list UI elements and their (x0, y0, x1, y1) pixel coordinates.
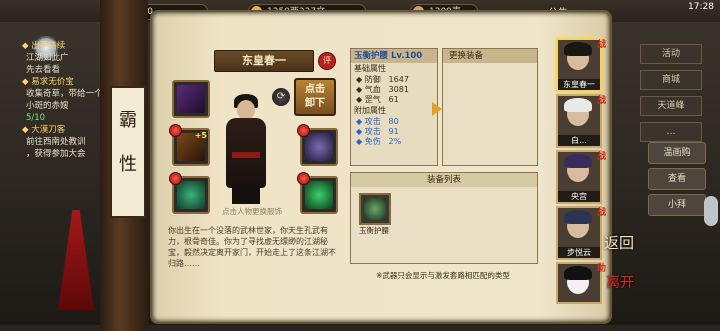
roster-portrait[interactable]: 战 步悦云 (556, 206, 606, 260)
equip-slot-ring[interactable] (169, 172, 210, 214)
bracelet-icon (177, 181, 205, 209)
stat-row: ◆ 气血 3081 (351, 85, 437, 95)
clock: 17:28 (688, 2, 714, 12)
stat-label: ◆ 免伤 (356, 137, 381, 146)
change-equipment-title: 更换装备 (443, 49, 537, 63)
arrow-right-icon (432, 102, 442, 116)
unequip-button[interactable]: 点击 卸下 (294, 78, 336, 116)
menu-more[interactable]: … (640, 122, 702, 142)
hero-legs (232, 186, 260, 204)
portrait-hair (564, 42, 592, 56)
side-button-view[interactable]: 查看 (648, 168, 706, 190)
hero-head (237, 100, 255, 120)
stat-value: 61 (388, 95, 399, 104)
alert-dot (169, 172, 182, 185)
equip-slot-offhand[interactable]: +5 (169, 124, 210, 166)
side-button-3[interactable]: 小拜 (648, 194, 706, 216)
bonus-row: ◆ 攻击 91 (351, 127, 437, 137)
stat-value: 3081 (388, 85, 409, 94)
equipment-item-label: 玉衡护腰 (359, 226, 389, 235)
spine-char: 性 (119, 154, 137, 175)
portrait-hair (564, 210, 592, 224)
armor-icon (305, 133, 333, 161)
portrait-hair (564, 266, 592, 280)
jade-icon (305, 181, 333, 209)
item-title: 玉衡护腰 Lv.100 (351, 49, 437, 63)
stat-label: ◆ 气血 (356, 85, 381, 94)
portrait-name: 白… (558, 135, 600, 146)
item-stats-panel: 玉衡护腰 Lv.100 基础属性 ◆ 防御 1647 ◆ 气血 3081 ◆ 罡… (350, 48, 438, 166)
hero-belt (232, 152, 260, 158)
alert-dot (297, 124, 310, 137)
item-name: 玉衡护腰 (354, 51, 389, 61)
rotate-icon[interactable]: ⟳ (272, 88, 290, 106)
bonus-row: ◆ 攻击 80 (351, 117, 437, 127)
enhance-level: +5 (194, 131, 207, 140)
stat-value: 91 (388, 127, 399, 136)
stat-row: ◆ 防御 1647 (351, 75, 437, 85)
role-tag: 助 (596, 264, 606, 274)
portrait-name: 东皇春一 (558, 79, 600, 90)
bonus-stats-header: 附加属性 (354, 106, 386, 115)
menu-shop[interactable]: 商城 (640, 70, 702, 90)
role-tag: 战 (596, 152, 606, 162)
bonus-row: ◆ 免伤 2% (351, 137, 437, 147)
rating-button[interactable]: 评 (318, 52, 336, 70)
equipment-list-item[interactable] (359, 193, 391, 225)
alert-dot (169, 124, 182, 137)
equipment-list-title: 装备列表 (351, 173, 537, 187)
character-description: 你出生在一个没落的武林世家，你天生孔武有力，根骨奇佳。你为了寻找虚无缥缈的江湖秘… (168, 226, 336, 268)
unequip-label-1: 点击 (305, 84, 325, 95)
roster-portrait[interactable]: 战 白… (556, 94, 606, 148)
role-tag: 战 (596, 96, 606, 106)
menu-activity[interactable]: 活动 (640, 44, 702, 64)
spine-char: 霸 (119, 110, 137, 131)
stat-value: 80 (388, 117, 399, 126)
stat-label: ◆ 攻击 (356, 117, 381, 126)
costume-hint: 点击人物更换服饰 (222, 207, 282, 216)
waist-guard-icon (364, 198, 386, 220)
roster-portrait[interactable]: 战 央宫 (556, 150, 606, 204)
stat-label: ◆ 攻击 (356, 127, 381, 136)
roster-portrait[interactable]: 助 (556, 262, 606, 304)
back-button[interactable]: 返回 (604, 232, 634, 253)
equipment-list: 装备列表 玉衡护腰 (350, 172, 538, 264)
equip-slot-armor[interactable] (297, 124, 338, 166)
leave-button[interactable]: 离开 (606, 272, 634, 292)
item-level: Lv.100 (390, 51, 423, 61)
equip-slot-weapon[interactable] (172, 80, 210, 118)
menu-tiandao[interactable]: 天道峰 (640, 96, 702, 116)
stat-label: ◆ 防御 (356, 75, 381, 84)
equipment-note: ※武器只会显示与激发套路相匹配的类型 (376, 271, 510, 280)
role-tag: 战 (596, 208, 606, 218)
unequip-label-2: 卸下 (305, 98, 325, 109)
portrait-name: 步悦云 (558, 247, 600, 258)
scroll-handle[interactable] (704, 196, 718, 226)
stat-value: 1647 (388, 75, 409, 84)
role-tag: 战 (596, 40, 606, 50)
spine-label: 霸 性 (110, 86, 146, 218)
change-equipment-panel[interactable]: 更换装备 (442, 48, 538, 166)
stat-row: ◆ 罡气 61 (351, 95, 437, 105)
character-model[interactable] (220, 94, 272, 204)
alert-dot (297, 172, 310, 185)
portrait-hair (564, 98, 592, 112)
roster-portrait[interactable]: 战 东皇春一 (556, 38, 606, 92)
stat-label: ◆ 罡气 (356, 95, 381, 104)
portrait-hair (564, 154, 592, 168)
portrait-name: 央宫 (558, 191, 600, 202)
stat-value: 2% (388, 137, 402, 146)
equip-slot-accessory[interactable] (297, 172, 338, 214)
character-name: 东皇春一 (214, 50, 314, 72)
base-stats-header: 基础属性 (354, 64, 386, 73)
side-button-1[interactable]: 温画购 (648, 142, 706, 164)
weapon-icon (177, 85, 205, 113)
